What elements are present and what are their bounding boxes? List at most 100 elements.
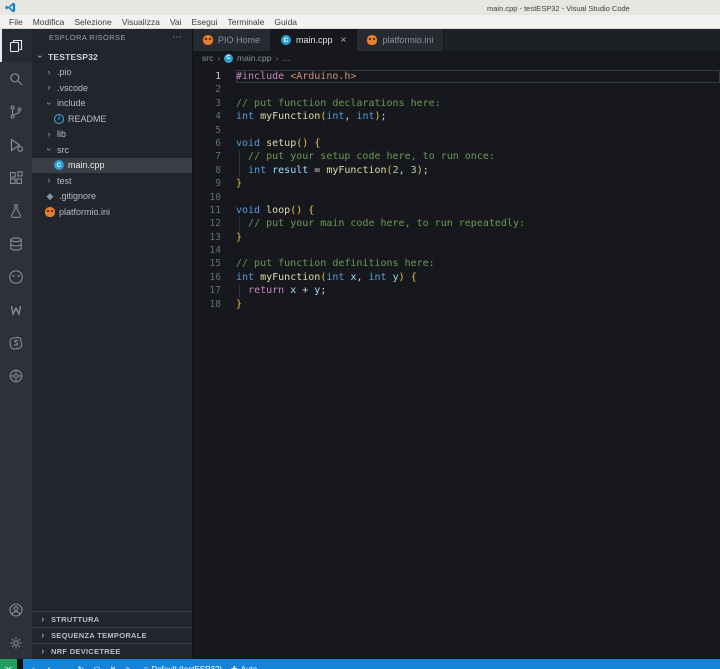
testing-icon[interactable] [0,194,32,227]
code-line: 4int myFunction(int, int); [193,110,720,123]
menu-item-guida[interactable]: Guida [269,17,302,27]
pio-clean-button[interactable]: ↻ [78,665,85,669]
panel-header-struttura[interactable]: ›STRUTTURA [32,611,192,627]
pio-test-button[interactable]: ▢ [93,665,101,669]
pio-build-button[interactable]: ✓ [45,665,52,669]
tree-item-main-cpp[interactable]: Cmain.cpp [32,158,192,174]
tree-item-label: src [57,145,69,155]
extensions-icon[interactable] [0,161,32,194]
tab-pio-home[interactable]: PIO Home [193,29,271,51]
line-content[interactable]: #include <Arduino.h> [236,70,720,83]
code-line: 12 // put your main code here, to run re… [193,217,720,230]
menu-item-file[interactable]: File [4,17,28,27]
chevron-down-icon: › [44,146,55,154]
line-content[interactable]: int result = myFunction(2, 3); [236,164,720,177]
more-actions-icon[interactable]: ⋯ [172,33,182,43]
tree-item-readme[interactable]: iREADME [32,111,192,127]
search-icon[interactable] [0,62,32,95]
explorer-icon[interactable] [0,29,32,62]
line-content[interactable]: int myFunction(int x, int y) { [236,271,720,284]
tree-item-lib[interactable]: ›lib [32,127,192,143]
code-line: 11void loop() { [193,204,720,217]
line-number: 17 [193,284,221,297]
tree-item-vscode[interactable]: ›.vscode [32,80,192,96]
line-content[interactable]: } [236,177,720,190]
menu-item-vai[interactable]: Vai [165,17,187,27]
code-token: <Arduino.h> [290,71,356,82]
line-content[interactable]: // put function definitions here: [236,257,720,270]
account-icon[interactable] [0,593,32,626]
port-auto-button[interactable]: ✚Auto [231,665,257,669]
code-token: return [248,285,284,296]
line-content[interactable]: return x + y; [236,284,720,297]
env-selector-button[interactable]: ≡Default (testESP32) [144,665,222,669]
menu-item-selezione[interactable]: Selezione [69,17,116,27]
line-content[interactable]: // put your main code here, to run repea… [236,217,720,230]
panel-header-label: STRUTTURA [51,615,100,624]
menu-item-esegui[interactable]: Esegui [186,17,222,27]
line-content[interactable] [236,124,720,137]
knot-extension-icon[interactable] [0,359,32,392]
tree-item-src[interactable]: ›src [32,142,192,158]
swirl-extension-icon[interactable] [0,326,32,359]
menu-item-visualizza[interactable]: Visualizza [117,17,165,27]
pio-upload-button[interactable]: → [61,665,69,669]
code-token: () [296,138,308,149]
line-number: 14 [193,244,221,257]
pio-monitor-icon: ↯ [110,665,117,669]
breadcrumb-item-src[interactable]: src [202,53,213,63]
tree-item-platformio-ini[interactable]: platformio.ini [32,204,192,220]
line-content[interactable] [236,83,720,96]
tree-item-label: include [57,98,86,108]
menu-item-modifica[interactable]: Modifica [28,17,70,27]
menu-item-terminale[interactable]: Terminale [222,17,269,27]
panel-header-nrf-devicetree[interactable]: ›NRF DEVICETREE [32,643,192,659]
info-file-icon: i [54,114,64,124]
source-control-icon[interactable] [0,95,32,128]
sidebar-title: ESPLORA RISORSE [49,33,126,42]
platformio-icon[interactable] [0,260,32,293]
line-number: 18 [193,298,221,311]
tab-platformio-ini[interactable]: platformio.ini [357,29,444,51]
database-icon[interactable] [0,227,32,260]
panel-header-sequenza-temporale[interactable]: ›SEQUENZA TEMPORALE [32,627,192,643]
code-token: ; [381,111,387,122]
line-content[interactable]: } [236,231,720,244]
pio-terminal-button[interactable]: >_ [126,665,135,669]
workbench: ESPLORA RISORSE ⋯ ›TESTESP32›.pio›.vscod… [0,29,720,659]
settings-icon[interactable] [0,626,32,659]
run-debug-icon[interactable] [0,128,32,161]
tree-item-pio[interactable]: ›.pio [32,65,192,81]
breadcrumb-item-main-cpp[interactable]: main.cpp [237,53,272,63]
line-content[interactable]: // put your setup code here, to run once… [236,150,720,163]
code-line: 3// put function declarations here: [193,97,720,110]
chevron-right-icon: › [45,82,53,93]
line-content[interactable] [236,244,720,257]
code-token: int [369,272,387,283]
remote-indicator[interactable]: >< [0,659,17,669]
close-icon[interactable]: × [341,35,347,46]
line-content[interactable] [236,191,720,204]
code-line: 5 [193,124,720,137]
line-content[interactable]: } [236,298,720,311]
pio-monitor-button[interactable]: ↯ [110,665,117,669]
code-line: 10 [193,191,720,204]
line-content[interactable]: int myFunction(int, int); [236,110,720,123]
tree-item-testesp32[interactable]: ›TESTESP32 [32,49,192,65]
pio-file-icon [203,35,213,45]
code-line: 8 int result = myFunction(2, 3); [193,164,720,177]
tab-main-cpp[interactable]: Cmain.cpp× [271,29,357,51]
code-token: ; [423,165,429,176]
line-number: 15 [193,257,221,270]
tree-item-gitignore[interactable]: ◆.gitignore [32,189,192,205]
tree-item-include[interactable]: ›include [32,96,192,112]
line-content[interactable]: // put function declarations here: [236,97,720,110]
pio-upload-icon: → [61,665,69,669]
tree-item-test[interactable]: ›test [32,173,192,189]
wokwi-icon[interactable] [0,293,32,326]
breadcrumb-item-[interactable]: … [282,53,291,63]
line-content[interactable]: void setup() { [236,137,720,150]
code-editor[interactable]: 1#include <Arduino.h>23// put function d… [193,65,720,659]
pio-home-button[interactable]: ⌂ [31,665,36,669]
line-content[interactable]: void loop() { [236,204,720,217]
